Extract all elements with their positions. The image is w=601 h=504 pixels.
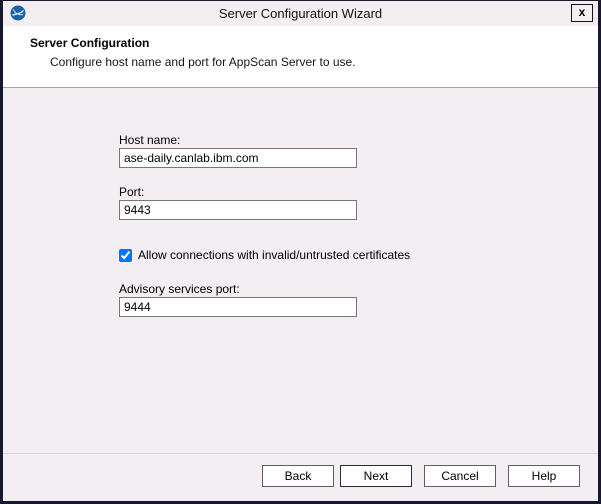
invalid-cert-checkbox-row: Allow connections with invalid/untrusted… xyxy=(119,248,410,262)
host-name-label: Host name: xyxy=(119,133,180,147)
page-title: Server Configuration xyxy=(30,36,149,50)
back-button[interactable]: Back xyxy=(262,465,334,487)
page-subtitle: Configure host name and port for AppScan… xyxy=(50,55,356,69)
host-name-input[interactable] xyxy=(119,148,357,168)
footer-divider xyxy=(3,453,598,454)
wizard-button-row: Back Next Cancel Help xyxy=(262,465,580,487)
help-button[interactable]: Help xyxy=(508,465,580,487)
port-label: Port: xyxy=(119,185,144,199)
next-button[interactable]: Next xyxy=(340,465,412,487)
advisory-port-label: Advisory services port: xyxy=(119,282,240,296)
close-icon[interactable]: x xyxy=(571,4,593,22)
invalid-cert-checkbox-label[interactable]: Allow connections with invalid/untrusted… xyxy=(138,248,410,262)
port-input[interactable] xyxy=(119,200,357,220)
cancel-button[interactable]: Cancel xyxy=(424,465,496,487)
wizard-content: Host name: Port: Allow connections with … xyxy=(3,88,598,501)
advisory-port-input[interactable] xyxy=(119,297,357,317)
server-configuration-wizard-window: Server Configuration Wizard x Server Con… xyxy=(0,0,601,504)
window-title: Server Configuration Wizard xyxy=(3,6,598,21)
invalid-cert-checkbox[interactable] xyxy=(119,249,132,262)
wizard-header: Server Configuration Configure host name… xyxy=(3,26,598,88)
titlebar: Server Configuration Wizard x xyxy=(3,1,598,26)
